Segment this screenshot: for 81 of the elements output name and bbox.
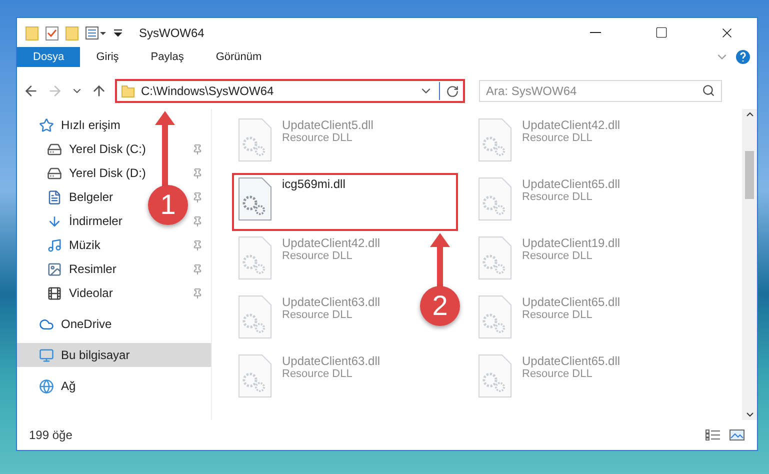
dll-file-icon (478, 295, 512, 339)
sidebar-item[interactable]: Yerel Disk (C:) (69, 142, 146, 156)
file-name: UpdateClient63.dll (282, 295, 380, 309)
file-name: UpdateClient63.dll (282, 354, 380, 368)
file-type: Resource DLL (282, 368, 354, 380)
file-name: UpdateClient65.dll (522, 177, 620, 191)
dll-file-icon (478, 177, 512, 221)
dll-file-icon (238, 118, 272, 162)
drive-icon (47, 142, 62, 156)
file-name: UpdateClient19.dll (522, 236, 620, 250)
globe-icon (39, 378, 54, 394)
download-icon (47, 214, 62, 228)
file-name: UpdateClient65.dll (522, 354, 620, 368)
file-type: Resource DLL (522, 250, 594, 262)
file-name: icg569mi.dll (282, 177, 346, 191)
folder-icon (25, 24, 39, 40)
search-field[interactable]: Ara: SysWOW64 (479, 80, 722, 102)
dll-file-icon (238, 354, 272, 398)
folder-icon (65, 24, 79, 40)
search-icon (702, 84, 715, 97)
sidebar-item[interactable]: Hızlı erişim (61, 118, 120, 132)
sidebar-item[interactable]: Resimler (69, 262, 116, 276)
dll-file-icon (238, 295, 272, 339)
refresh-icon[interactable] (446, 84, 459, 98)
sidebar-item[interactable]: Belgeler (69, 190, 114, 204)
step-number: 1 (148, 185, 188, 225)
dll-file-icon (238, 177, 272, 221)
file-type: Resource DLL (522, 309, 594, 321)
sidebar-item[interactable]: Yerel Disk (D:) (69, 166, 146, 180)
ribbon-tab[interactable]: Paylaş (134, 47, 200, 67)
sidebar-item[interactable]: OneDrive (61, 317, 112, 331)
monitor-icon (39, 348, 54, 362)
dll-file-icon (478, 236, 512, 280)
file-name: UpdateClient42.dll (522, 118, 620, 132)
item-count: 199 öğe (29, 428, 74, 442)
back-icon (23, 83, 39, 99)
music-icon (47, 238, 62, 252)
dll-file-icon (478, 118, 512, 162)
dll-file-icon (478, 354, 512, 398)
up-icon (91, 83, 107, 99)
sidebar-item[interactable]: Bu bilgisayar (61, 348, 130, 362)
cloud-icon (39, 316, 54, 332)
file-name: UpdateClient5.dll (282, 118, 374, 132)
scroll-thumb[interactable] (745, 150, 754, 198)
star-icon (39, 118, 54, 132)
forward-icon (47, 83, 63, 99)
minimize-icon (590, 32, 600, 33)
sidebar-item[interactable]: İndirmeler (69, 214, 122, 228)
folder-icon (121, 84, 135, 98)
sidebar-item[interactable]: Videolar (69, 286, 113, 300)
step-number: 2 (420, 286, 460, 326)
file-type: Resource DLL (282, 250, 354, 262)
ribbon-tab[interactable]: Dosya (17, 47, 80, 67)
file-type: Resource DLL (282, 309, 354, 321)
drive-icon (47, 166, 62, 180)
details-view-icon[interactable] (705, 429, 721, 441)
window-title: SysWOW64 (139, 26, 206, 40)
file-type: Resource DLL (522, 191, 594, 203)
picture-icon (47, 262, 62, 276)
file-name: UpdateClient65.dll (522, 295, 620, 309)
film-icon (47, 286, 62, 300)
file-item[interactable]: icg569mi.dll (232, 173, 458, 231)
help-icon[interactable] (735, 49, 751, 65)
checklist-icon (45, 24, 59, 40)
file-type: Resource DLL (522, 368, 594, 380)
file-name: UpdateClient42.dll (282, 236, 380, 250)
properties-icon (85, 26, 107, 40)
file-type: Resource DLL (522, 132, 594, 144)
document-icon (47, 190, 62, 204)
ribbon-tab[interactable]: Görünüm (200, 47, 278, 67)
back-button[interactable] (23, 83, 39, 99)
ribbon-tab[interactable]: Giriş (80, 47, 135, 67)
scrollbar[interactable] (742, 109, 757, 420)
large-icons-view-icon[interactable] (729, 429, 745, 441)
dll-file-icon (238, 236, 272, 280)
up-button[interactable] (91, 83, 107, 99)
file-type: Resource DLL (282, 132, 354, 144)
address-bar[interactable]: C:\Windows\SysWOW64 (115, 79, 465, 103)
sidebar-item[interactable]: Ağ (61, 379, 76, 393)
maximize-icon (654, 26, 668, 39)
sidebar-item[interactable]: Müzik (69, 238, 100, 252)
